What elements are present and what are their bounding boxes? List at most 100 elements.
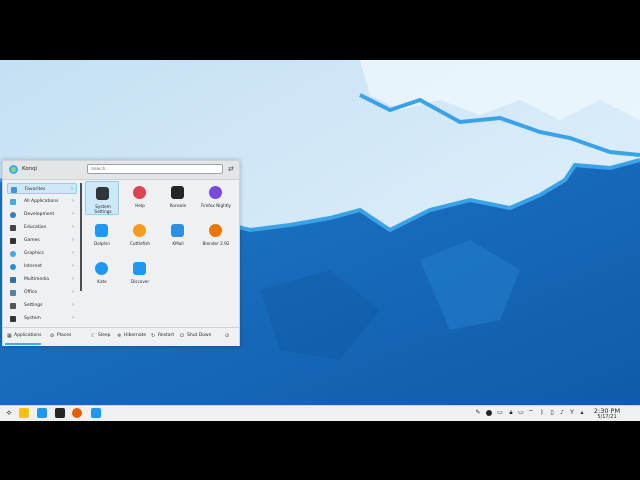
search-input[interactable]	[87, 164, 223, 174]
app-kate[interactable]: Kate	[85, 257, 119, 291]
chevron-right-icon: ›	[72, 250, 74, 256]
app-label: Dolphin	[93, 241, 111, 246]
restart-label: Restart	[158, 333, 175, 338]
more-icon: ⊙	[225, 333, 230, 339]
sleep-label: Sleep	[98, 333, 111, 338]
category-games[interactable]: Games ›	[7, 235, 77, 246]
scrollbar[interactable]	[80, 183, 82, 291]
app-label: Konsole	[169, 203, 187, 208]
dolphin-icon[interactable]	[37, 408, 47, 418]
app-dolphin[interactable]: Dolphin	[85, 219, 119, 253]
app-konsole[interactable]: Konsole	[161, 181, 195, 215]
chevron-right-icon: ›	[72, 237, 74, 243]
chevron-right-icon: ›	[72, 198, 74, 204]
help-icon	[133, 186, 146, 199]
shutdown-button[interactable]: ⏻ Shut Down	[180, 333, 212, 339]
chevron-right-icon: ›	[72, 211, 74, 217]
settings-icon	[10, 302, 16, 309]
chevron-up-icon[interactable]: ▴	[579, 410, 585, 416]
kate-icon	[95, 262, 108, 275]
category-office[interactable]: Office ›	[7, 287, 77, 298]
category-label: Education	[24, 225, 47, 230]
hibernate-label: Hibernate	[124, 333, 147, 338]
category-label: System	[24, 316, 41, 321]
app-label: Help	[135, 203, 145, 208]
app-label: KMail	[172, 241, 184, 246]
network-icon[interactable]: Y	[569, 410, 575, 416]
category-multimedia[interactable]: Multimedia ›	[7, 274, 77, 285]
graduation-icon	[10, 224, 16, 231]
category-label: Favorites	[25, 187, 46, 192]
firefox-icon[interactable]	[72, 408, 82, 418]
restart-button[interactable]: ↻ Restart	[151, 333, 175, 339]
category-favorites[interactable]: Favorites ›	[7, 183, 77, 194]
category-label: Graphics	[24, 251, 44, 256]
app-label: Firefox Nightly	[200, 203, 232, 208]
app-kmail[interactable]: KMail	[161, 219, 195, 253]
category-all-applications[interactable]: All Applications ›	[7, 196, 77, 207]
power-icon: ⏻	[180, 333, 184, 339]
app-label: Kate	[97, 279, 107, 284]
grid-icon	[10, 198, 16, 205]
app-system-settings[interactable]: System Settings	[85, 181, 119, 215]
pin-icon[interactable]: ⇄	[228, 165, 234, 173]
dolphin-icon	[95, 224, 108, 237]
application-launcher: Konqi ⇄ Favorites › All Applications › Dev…	[2, 160, 240, 346]
tab-applications-label: Applications	[14, 333, 42, 338]
tab-places[interactable]: ⊘ Places	[50, 333, 72, 339]
konsole-icon	[171, 186, 184, 199]
user-avatar[interactable]	[9, 165, 18, 174]
discover-icon[interactable]	[91, 408, 101, 418]
launcher-icon[interactable]: ⟡	[4, 408, 14, 418]
app-blender[interactable]: Blender 2.92	[199, 219, 233, 253]
app-label: Cuttlefish	[129, 241, 151, 246]
category-label: Settings	[24, 303, 43, 308]
category-label: Office	[24, 290, 38, 295]
volume-icon[interactable]: ♪	[559, 410, 565, 416]
palette-icon	[10, 250, 16, 257]
active-tab-indicator	[5, 343, 41, 345]
wifi-icon[interactable]: ⌔	[528, 410, 534, 416]
cuttlefish-icon	[133, 224, 146, 237]
konsole-icon[interactable]	[55, 408, 65, 418]
category-graphics[interactable]: Graphics ›	[7, 248, 77, 259]
chevron-right-icon: ›	[72, 289, 74, 295]
category-internet[interactable]: Internet ›	[7, 261, 77, 272]
app-label: Blender 2.92	[202, 241, 230, 246]
hibernate-button[interactable]: ✲ Hibernate	[117, 333, 147, 339]
firefox-nightly-icon	[209, 186, 222, 199]
bluetooth-icon[interactable]: ᛒ	[539, 410, 545, 416]
category-development[interactable]: Development ›	[7, 209, 77, 220]
category-label: Games	[24, 238, 40, 243]
compass-icon: ⊘	[50, 333, 55, 339]
pen-icon[interactable]: ✎	[475, 410, 481, 416]
chevron-right-icon: ›	[72, 224, 74, 230]
category-label: Internet	[24, 264, 42, 269]
app-discover[interactable]: Discover	[123, 257, 157, 291]
system-icon	[10, 315, 16, 322]
app-firefox-nightly[interactable]: Firefox Nightly	[199, 181, 233, 215]
notes-icon[interactable]	[19, 408, 29, 418]
sleep-button[interactable]: ☾ Sleep	[91, 333, 111, 339]
category-settings[interactable]: Settings ›	[7, 300, 77, 311]
clipboard-icon[interactable]: ▭	[497, 410, 503, 416]
clock-date[interactable]: 5/17/21	[592, 414, 622, 420]
record-icon[interactable]	[486, 410, 492, 416]
app-help[interactable]: Help	[123, 181, 157, 215]
lock-icon[interactable]: 🔒︎	[508, 410, 514, 416]
category-label: Development	[24, 212, 55, 217]
media-icon	[10, 276, 16, 283]
category-system[interactable]: System ›	[7, 313, 77, 324]
launcher-footer: ▦ Applications ⊘ Places ☾ Sleep ✲ Hibernate …	[3, 327, 239, 346]
category-education[interactable]: Education ›	[7, 222, 77, 233]
display-icon[interactable]: ▭	[518, 410, 524, 416]
tab-applications[interactable]: ▦ Applications	[7, 333, 42, 339]
hibernate-icon: ✲	[117, 333, 122, 339]
app-cuttlefish[interactable]: Cuttlefish	[123, 219, 157, 253]
category-label: All Applications	[24, 199, 59, 204]
tab-places-label: Places	[57, 333, 72, 338]
more-button[interactable]: ⊙	[225, 333, 232, 339]
globe-icon	[10, 263, 16, 270]
category-list: Favorites › All Applications › Development…	[7, 183, 79, 333]
battery-icon[interactable]: ▯	[549, 410, 555, 416]
